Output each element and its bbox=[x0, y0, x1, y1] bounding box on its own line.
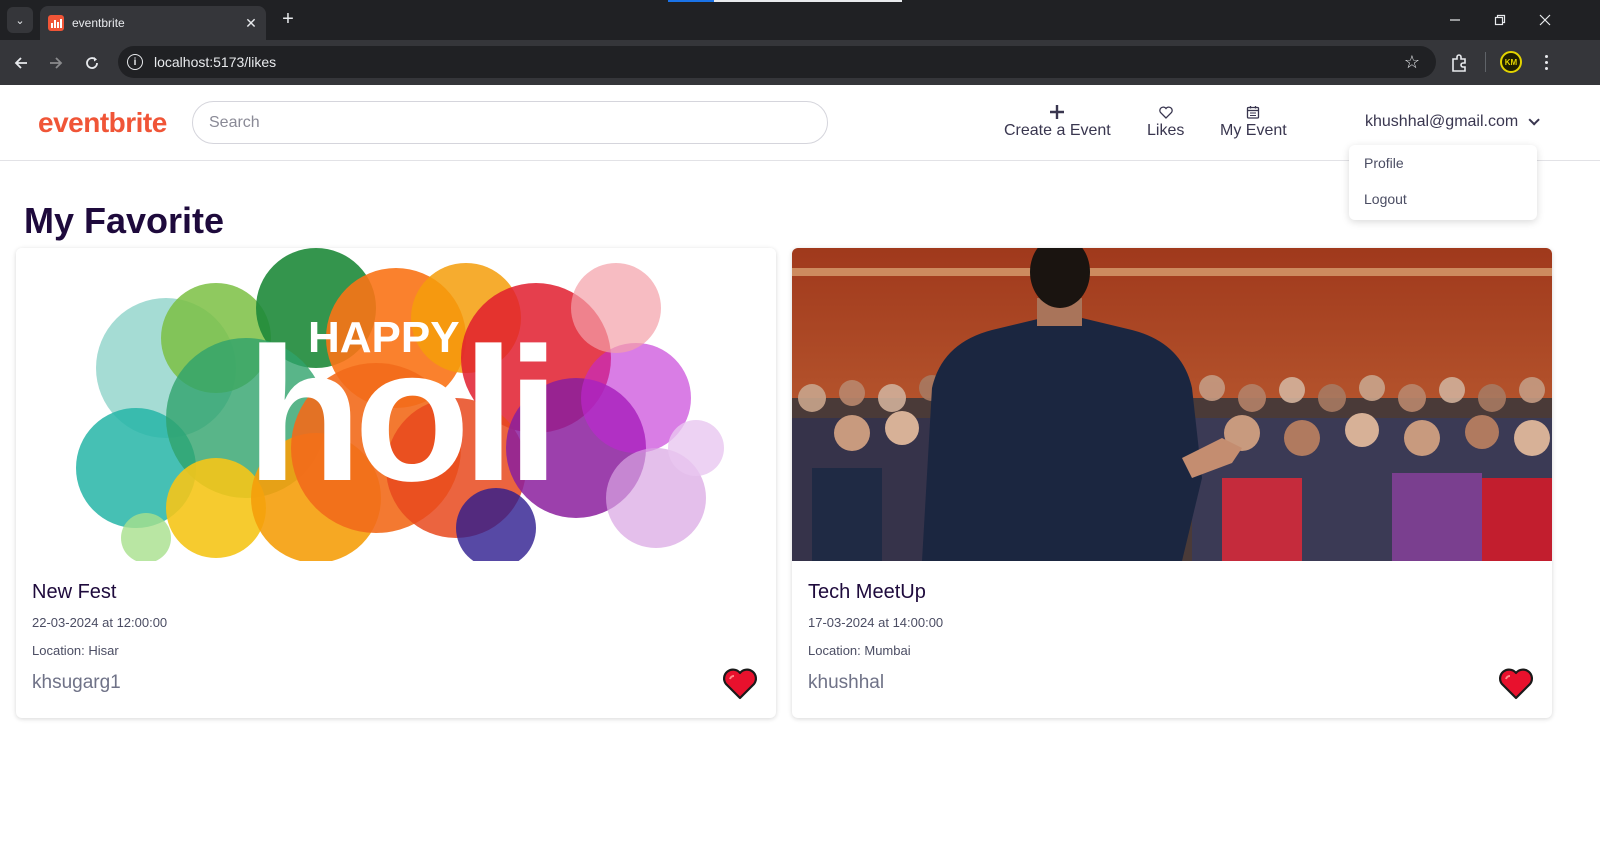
bookmark-star-icon[interactable]: ☆ bbox=[1404, 52, 1420, 73]
event-location: Location: Hisar bbox=[32, 643, 119, 658]
user-menu-toggle[interactable]: khushhal@gmail.com bbox=[1365, 113, 1540, 131]
search-input[interactable] bbox=[192, 101, 828, 144]
event-title[interactable]: New Fest bbox=[32, 581, 116, 604]
page-title: My Favorite bbox=[24, 200, 225, 241]
liked-heart-icon[interactable] bbox=[1498, 667, 1534, 701]
tab-search-chevron-icon[interactable]: ⌄ bbox=[7, 7, 33, 33]
nav-likes[interactable]: Likes bbox=[1147, 103, 1184, 140]
nav-my-event[interactable]: My Event bbox=[1220, 103, 1287, 140]
holi-image-text-main: holi bbox=[246, 309, 552, 521]
browser-menu-kebab-icon[interactable] bbox=[1536, 50, 1556, 74]
chevron-down-icon bbox=[1528, 114, 1540, 126]
dropdown-profile[interactable]: Profile bbox=[1349, 145, 1537, 181]
reload-icon[interactable] bbox=[79, 50, 105, 76]
url-text[interactable]: localhost:5173/likes bbox=[154, 54, 1404, 70]
forward-arrow-icon[interactable] bbox=[43, 50, 69, 76]
nav-create-event[interactable]: Create a Event bbox=[1004, 103, 1111, 140]
browser-toolbar: i localhost:5173/likes ☆ bbox=[0, 40, 1600, 85]
heart-outline-icon bbox=[1158, 103, 1173, 121]
event-datetime: 17-03-2024 at 14:00:00 bbox=[808, 615, 944, 630]
extensions-puzzle-icon[interactable] bbox=[1446, 50, 1472, 76]
event-author: khsugarg1 bbox=[32, 672, 121, 693]
event-title[interactable]: Tech MeetUp bbox=[808, 581, 926, 604]
nav-create-event-label: Create a Event bbox=[1004, 122, 1111, 139]
user-dropdown-menu: Profile Logout bbox=[1349, 145, 1537, 220]
eventbrite-logo[interactable]: eventbrite bbox=[38, 107, 167, 139]
dropdown-logout[interactable]: Logout bbox=[1349, 181, 1537, 217]
tab-close-icon[interactable]: ✕ bbox=[240, 15, 262, 32]
toolbar-divider bbox=[1485, 52, 1486, 72]
loading-progress-bar bbox=[668, 0, 902, 2]
browser-profile-avatar[interactable]: KM bbox=[1500, 51, 1522, 73]
event-image-conference bbox=[792, 248, 1552, 561]
browser-tab[interactable]: eventbrite ✕ bbox=[40, 6, 266, 40]
new-tab-plus-icon[interactable]: + bbox=[276, 8, 300, 32]
nav-likes-label: Likes bbox=[1147, 122, 1185, 139]
browser-tabstrip: ⌄ eventbrite ✕ + bbox=[0, 0, 1600, 40]
back-arrow-icon[interactable] bbox=[8, 50, 34, 76]
calendar-icon bbox=[1246, 103, 1260, 121]
liked-heart-icon[interactable] bbox=[722, 667, 758, 701]
event-author: khushhal bbox=[808, 672, 885, 693]
event-card[interactable]: Tech MeetUp 17-03-2024 at 14:00:00 Locat… bbox=[792, 248, 1552, 718]
nav-my-event-label: My Event bbox=[1220, 122, 1287, 139]
event-datetime: 22-03-2024 at 12:00:00 bbox=[32, 615, 168, 630]
event-image-holi: HAPPY holi bbox=[16, 248, 776, 561]
plus-icon bbox=[1050, 103, 1065, 121]
minimize-icon[interactable] bbox=[1441, 8, 1469, 32]
eventbrite-favicon-icon bbox=[48, 15, 64, 31]
tab-title: eventbrite bbox=[72, 16, 125, 30]
restore-icon[interactable] bbox=[1486, 8, 1514, 32]
address-bar[interactable]: i localhost:5173/likes ☆ bbox=[118, 46, 1436, 78]
user-email: khushhal@gmail.com bbox=[1365, 113, 1519, 130]
event-card[interactable]: HAPPY holi New Fest 22-03-2024 at 12:00:… bbox=[16, 248, 776, 718]
close-window-icon[interactable] bbox=[1531, 8, 1559, 32]
event-location: Location: Mumbai bbox=[808, 643, 911, 658]
site-info-icon[interactable]: i bbox=[127, 54, 143, 70]
